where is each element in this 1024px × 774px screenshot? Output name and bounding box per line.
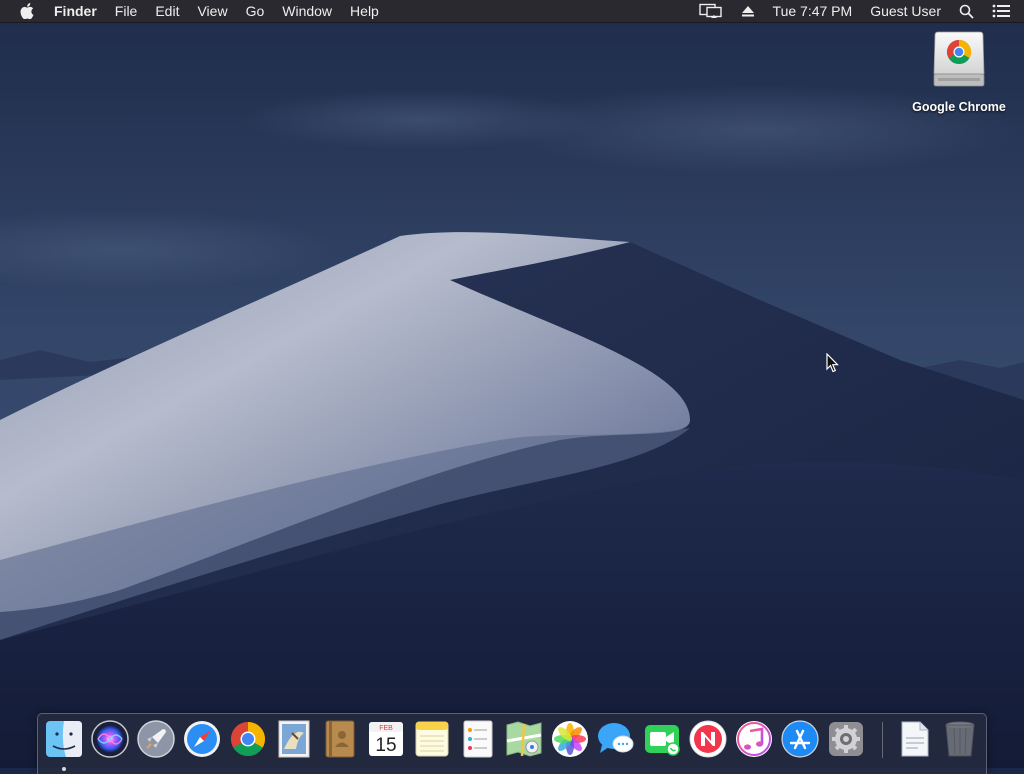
dock-facetime[interactable] — [642, 719, 682, 759]
calendar-day: 15 — [375, 735, 396, 756]
menubar-clock[interactable]: Tue 7:47 PM — [764, 0, 862, 22]
menubar-user[interactable]: Guest User — [861, 0, 950, 22]
dock-safari[interactable] — [182, 719, 222, 759]
safari-compass-icon — [184, 721, 220, 757]
system-preferences-gear-icon — [829, 722, 863, 756]
notification-center-icon[interactable] — [983, 0, 1024, 22]
dock-chrome[interactable] — [228, 719, 268, 759]
calendar-month: FEB — [379, 725, 393, 732]
desktop-icon-label: Google Chrome — [912, 100, 1006, 114]
siri-icon — [91, 720, 129, 758]
dock-calendar[interactable]: FEB 15 — [366, 719, 406, 759]
spotlight-search-icon[interactable] — [950, 0, 983, 22]
dock-mail[interactable] — [274, 719, 314, 759]
menu-file[interactable]: File — [106, 0, 147, 22]
news-icon — [689, 720, 727, 758]
document-file-icon — [901, 721, 929, 757]
menu-edit[interactable]: Edit — [146, 0, 188, 22]
dock-maps[interactable] — [504, 719, 544, 759]
dock-messages[interactable] — [596, 719, 636, 759]
menu-help[interactable]: Help — [341, 0, 388, 22]
menu-app-finder[interactable]: Finder — [46, 0, 106, 22]
dock-reminders[interactable] — [458, 719, 498, 759]
notes-icon — [415, 721, 449, 757]
reminders-icon — [463, 720, 493, 758]
dock-itunes[interactable] — [734, 719, 774, 759]
desktop-icon-google-chrome[interactable]: Google Chrome — [904, 30, 1014, 114]
mouse-cursor-icon — [826, 353, 839, 373]
messages-bubble-icon — [598, 723, 634, 753]
itunes-note-icon — [736, 721, 772, 757]
dock-system-preferences[interactable] — [826, 719, 866, 759]
dock-finder[interactable] — [44, 719, 84, 771]
chrome-installer-disk-icon — [932, 30, 986, 90]
trash-icon — [945, 721, 975, 757]
dock-siri[interactable] — [90, 719, 130, 759]
facetime-icon — [645, 725, 680, 756]
eject-icon[interactable] — [732, 0, 764, 22]
dock-app-store[interactable] — [780, 719, 820, 759]
photos-flower-icon — [552, 721, 588, 757]
chrome-icon — [231, 722, 265, 756]
desktop-wallpaper — [0, 0, 1024, 768]
menu-go[interactable]: Go — [237, 0, 274, 22]
airplay-display-icon[interactable] — [690, 0, 732, 22]
dock: FEB 15 — [37, 713, 987, 774]
dock-photos[interactable] — [550, 719, 590, 759]
launchpad-rocket-icon — [137, 720, 175, 758]
menu-window[interactable]: Window — [273, 0, 341, 22]
calendar-icon: FEB 15 — [369, 722, 403, 756]
dock-launchpad[interactable] — [136, 719, 176, 759]
apple-menu-icon[interactable] — [17, 0, 37, 22]
menu-bar: Finder File Edit View Go Window Help Tue… — [0, 0, 1024, 23]
menu-view[interactable]: View — [188, 0, 236, 22]
app-store-icon — [781, 720, 819, 758]
contacts-book-icon — [325, 720, 355, 758]
dock-contacts[interactable] — [320, 719, 360, 759]
dock-news[interactable] — [688, 719, 728, 759]
mail-stamp-icon — [278, 720, 310, 758]
dock-trash[interactable] — [940, 719, 980, 759]
dock-separator — [882, 722, 883, 758]
maps-icon — [506, 721, 542, 757]
dock-notes[interactable] — [412, 719, 452, 759]
dock-document[interactable] — [894, 719, 934, 759]
finder-icon — [46, 721, 82, 757]
